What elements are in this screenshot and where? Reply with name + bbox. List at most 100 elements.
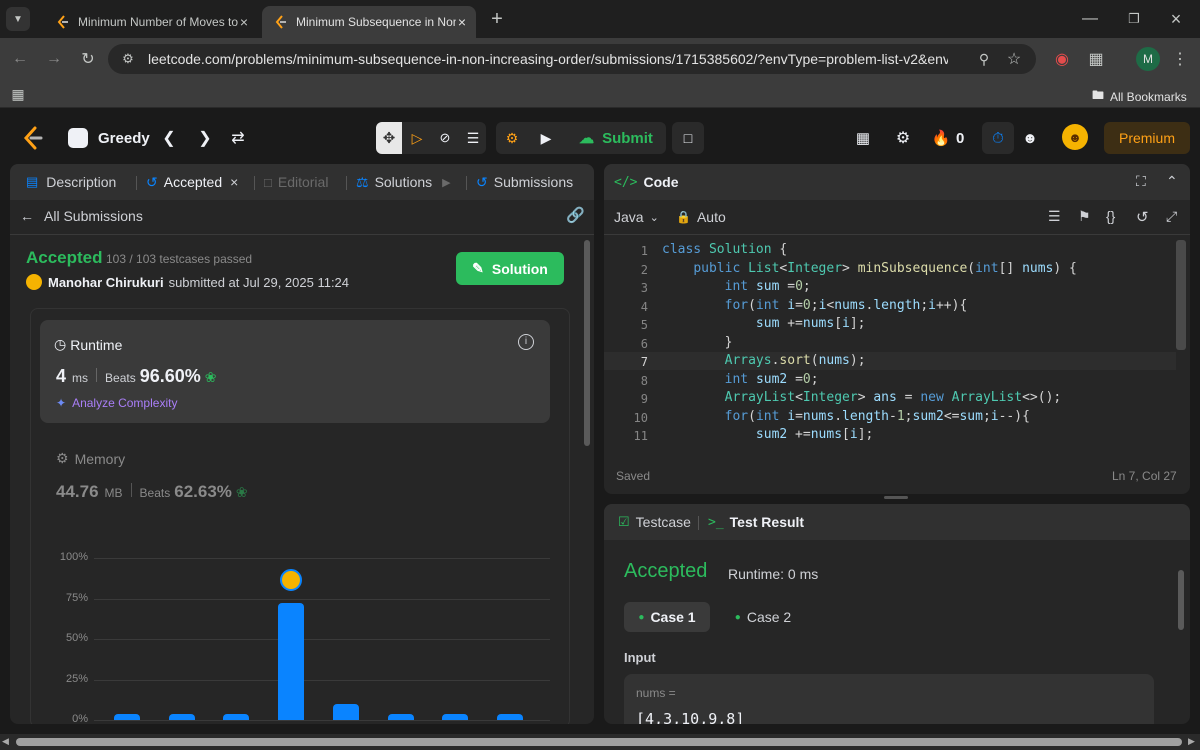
debug-icon[interactable]: ⚙: [496, 122, 528, 154]
tab-description[interactable]: ▤ Description: [26, 164, 116, 200]
scroll-left-icon[interactable]: ◀: [2, 736, 9, 747]
panel-resize-handle[interactable]: [884, 496, 908, 499]
collapse-icon[interactable]: ⌃: [1166, 173, 1178, 190]
horizontal-scrollbar[interactable]: ◀ ▶: [0, 734, 1200, 750]
all-submissions-link[interactable]: ← All Submissions: [20, 208, 143, 224]
runtime-title: ◷ Runtime: [54, 336, 122, 353]
forward-arrow-icon[interactable]: →: [42, 47, 66, 71]
timer-icon[interactable]: ⏱: [982, 122, 1014, 154]
format-icon[interactable]: ☰: [1048, 208, 1061, 225]
bookmark-icon[interactable]: ⚑: [1078, 208, 1091, 225]
code-editor[interactable]: 1 class Solution {2 public List<Integer> …: [604, 240, 1176, 450]
profile-avatar[interactable]: M: [1136, 47, 1160, 71]
fullscreen-icon[interactable]: ⤢: [1166, 208, 1177, 225]
shuffle-icon[interactable]: ⇄: [226, 126, 250, 150]
tab-test-result[interactable]: >_ Test Result: [708, 504, 804, 540]
close-tab-icon[interactable]: ×: [240, 14, 248, 30]
bookmark-star-icon[interactable]: ☆: [1002, 47, 1026, 71]
settings-sliders-icon[interactable]: ☰: [460, 122, 486, 154]
settings-gear-icon[interactable]: ⚙: [892, 126, 914, 150]
separator: [96, 368, 98, 382]
share-link-icon[interactable]: 🔗: [566, 206, 585, 224]
note-icon: □: [683, 130, 693, 146]
layout-grid-icon[interactable]: ▦: [852, 126, 874, 150]
result-scrollbar[interactable]: [1178, 570, 1184, 630]
beats-value: 96.60%: [139, 366, 201, 386]
reload-icon[interactable]: ↻: [76, 47, 100, 71]
run-outline-icon[interactable]: ▷: [404, 122, 430, 154]
left-panel-scrollbar[interactable]: [584, 240, 590, 446]
all-bookmarks-button[interactable]: 🖿 All Bookmarks: [1092, 86, 1187, 107]
extension-icon[interactable]: ◉: [1050, 47, 1074, 71]
run-button[interactable]: ▶: [530, 122, 562, 154]
scroll-thumb[interactable]: [16, 738, 1182, 746]
apps-grid-icon[interactable]: ▦: [6, 82, 30, 106]
close-tab-icon[interactable]: ×: [230, 174, 238, 190]
code-line: ArrayList<Integer> ans = new ArrayList<>…: [724, 390, 1062, 405]
memory-title-label: Memory: [74, 450, 126, 467]
code-line: }: [662, 334, 733, 350]
new-tab-button[interactable]: +: [485, 7, 509, 31]
braces-icon[interactable]: {}: [1106, 208, 1115, 224]
restore-window-icon[interactable]: ❐: [1122, 7, 1146, 31]
submit-button[interactable]: ☁ Submit: [566, 122, 666, 154]
runtime-card[interactable]: ◷ Runtime i 4 ms Beats 96.60% ❀ ✦ Analyz…: [40, 320, 550, 423]
memory-value-row: 44.76 MB Beats 62.63% ❀: [56, 482, 248, 502]
checkbox-icon: ☑: [618, 514, 630, 529]
prev-problem-icon[interactable]: ❮: [158, 126, 180, 150]
terminal-icon: >_: [708, 514, 724, 530]
note-button[interactable]: □: [672, 122, 704, 154]
analyze-complexity-link[interactable]: ✦ Analyze Complexity: [56, 396, 177, 410]
tab-accepted[interactable]: ↺ Accepted ×: [146, 164, 238, 200]
language-select[interactable]: Java ⌄: [614, 209, 659, 225]
close-tab-icon[interactable]: ×: [458, 14, 466, 30]
scroll-right-icon[interactable]: ▶: [1188, 736, 1195, 747]
address-bar[interactable]: ⚙ leetcode.com/problems/minimum-subseque…: [108, 44, 1036, 74]
tab-submissions[interactable]: ↺ Submissions: [476, 164, 573, 200]
line-number: 4: [640, 299, 648, 314]
tab-test-result-label: Test Result: [729, 514, 805, 530]
tab-testcase-label: Testcase: [635, 514, 691, 530]
info-icon[interactable]: i: [518, 334, 534, 350]
site-info-icon[interactable]: ⚙: [116, 47, 140, 71]
reset-icon[interactable]: ↺: [1136, 208, 1149, 226]
separator: [130, 483, 132, 497]
hide-icon[interactable]: ⊘: [432, 122, 458, 154]
browser-tab-1[interactable]: Minimum Number of Moves to ×: [44, 6, 258, 38]
tab-testcase[interactable]: ☑ Testcase: [618, 504, 691, 540]
code-scrollbar[interactable]: [1176, 240, 1186, 350]
cursor-position: Ln 7, Col 27: [1112, 469, 1177, 483]
premium-button[interactable]: Premium: [1104, 122, 1190, 154]
problem-list-button[interactable]: Greedy: [68, 128, 150, 148]
all-bookmarks-label: All Bookmarks: [1110, 89, 1187, 104]
auto-mode-toggle[interactable]: 🔒 Auto: [676, 209, 726, 225]
solution-button[interactable]: ✎ Solution: [456, 252, 564, 285]
case-2-tab[interactable]: ● Case 2: [720, 602, 806, 632]
runtime-title-label: Runtime: [70, 336, 123, 353]
tab-solutions[interactable]: ⚖ Solutions ▶: [356, 164, 451, 200]
minimize-window-icon[interactable]: —: [1078, 7, 1102, 31]
tab-search-button[interactable]: ▼: [6, 7, 30, 31]
back-arrow-icon[interactable]: ←: [8, 47, 32, 71]
extensions-puzzle-icon[interactable]: ▦: [1084, 47, 1108, 71]
problem-list-title: Greedy: [98, 129, 150, 147]
user-avatar[interactable]: ☻: [1062, 124, 1088, 150]
close-window-icon[interactable]: ×: [1164, 7, 1188, 31]
tab-editorial[interactable]: □ Editorial: [264, 164, 328, 200]
next-problem-icon[interactable]: ❯: [194, 126, 216, 150]
streak-flame-icon[interactable]: 🔥: [932, 126, 951, 150]
maximize-icon[interactable]: ⛶: [1136, 173, 1146, 190]
browser-menu-icon[interactable]: ⋮: [1168, 47, 1192, 71]
line-number: 2: [640, 262, 648, 277]
leetcode-logo-icon[interactable]: [22, 126, 44, 150]
browser-tab-2[interactable]: Minimum Subsequence in Non ×: [262, 6, 476, 38]
memory-chip-icon: ⚙: [56, 450, 69, 466]
case-1-tab[interactable]: ● Case 1: [624, 602, 710, 632]
line-number: 10: [633, 410, 648, 425]
memory-section[interactable]: ⚙ Memory 44.76 MB Beats 62.63% ❀: [56, 450, 356, 510]
submitter-name[interactable]: Manohar Chirukuri: [48, 275, 164, 290]
zoom-icon[interactable]: ⚲: [972, 47, 996, 71]
add-friend-icon[interactable]: ☻: [1018, 126, 1042, 150]
code-line: public List<Integer> minSubsequence(int[…: [693, 260, 1077, 276]
drag-move-icon[interactable]: ✥: [376, 122, 402, 154]
